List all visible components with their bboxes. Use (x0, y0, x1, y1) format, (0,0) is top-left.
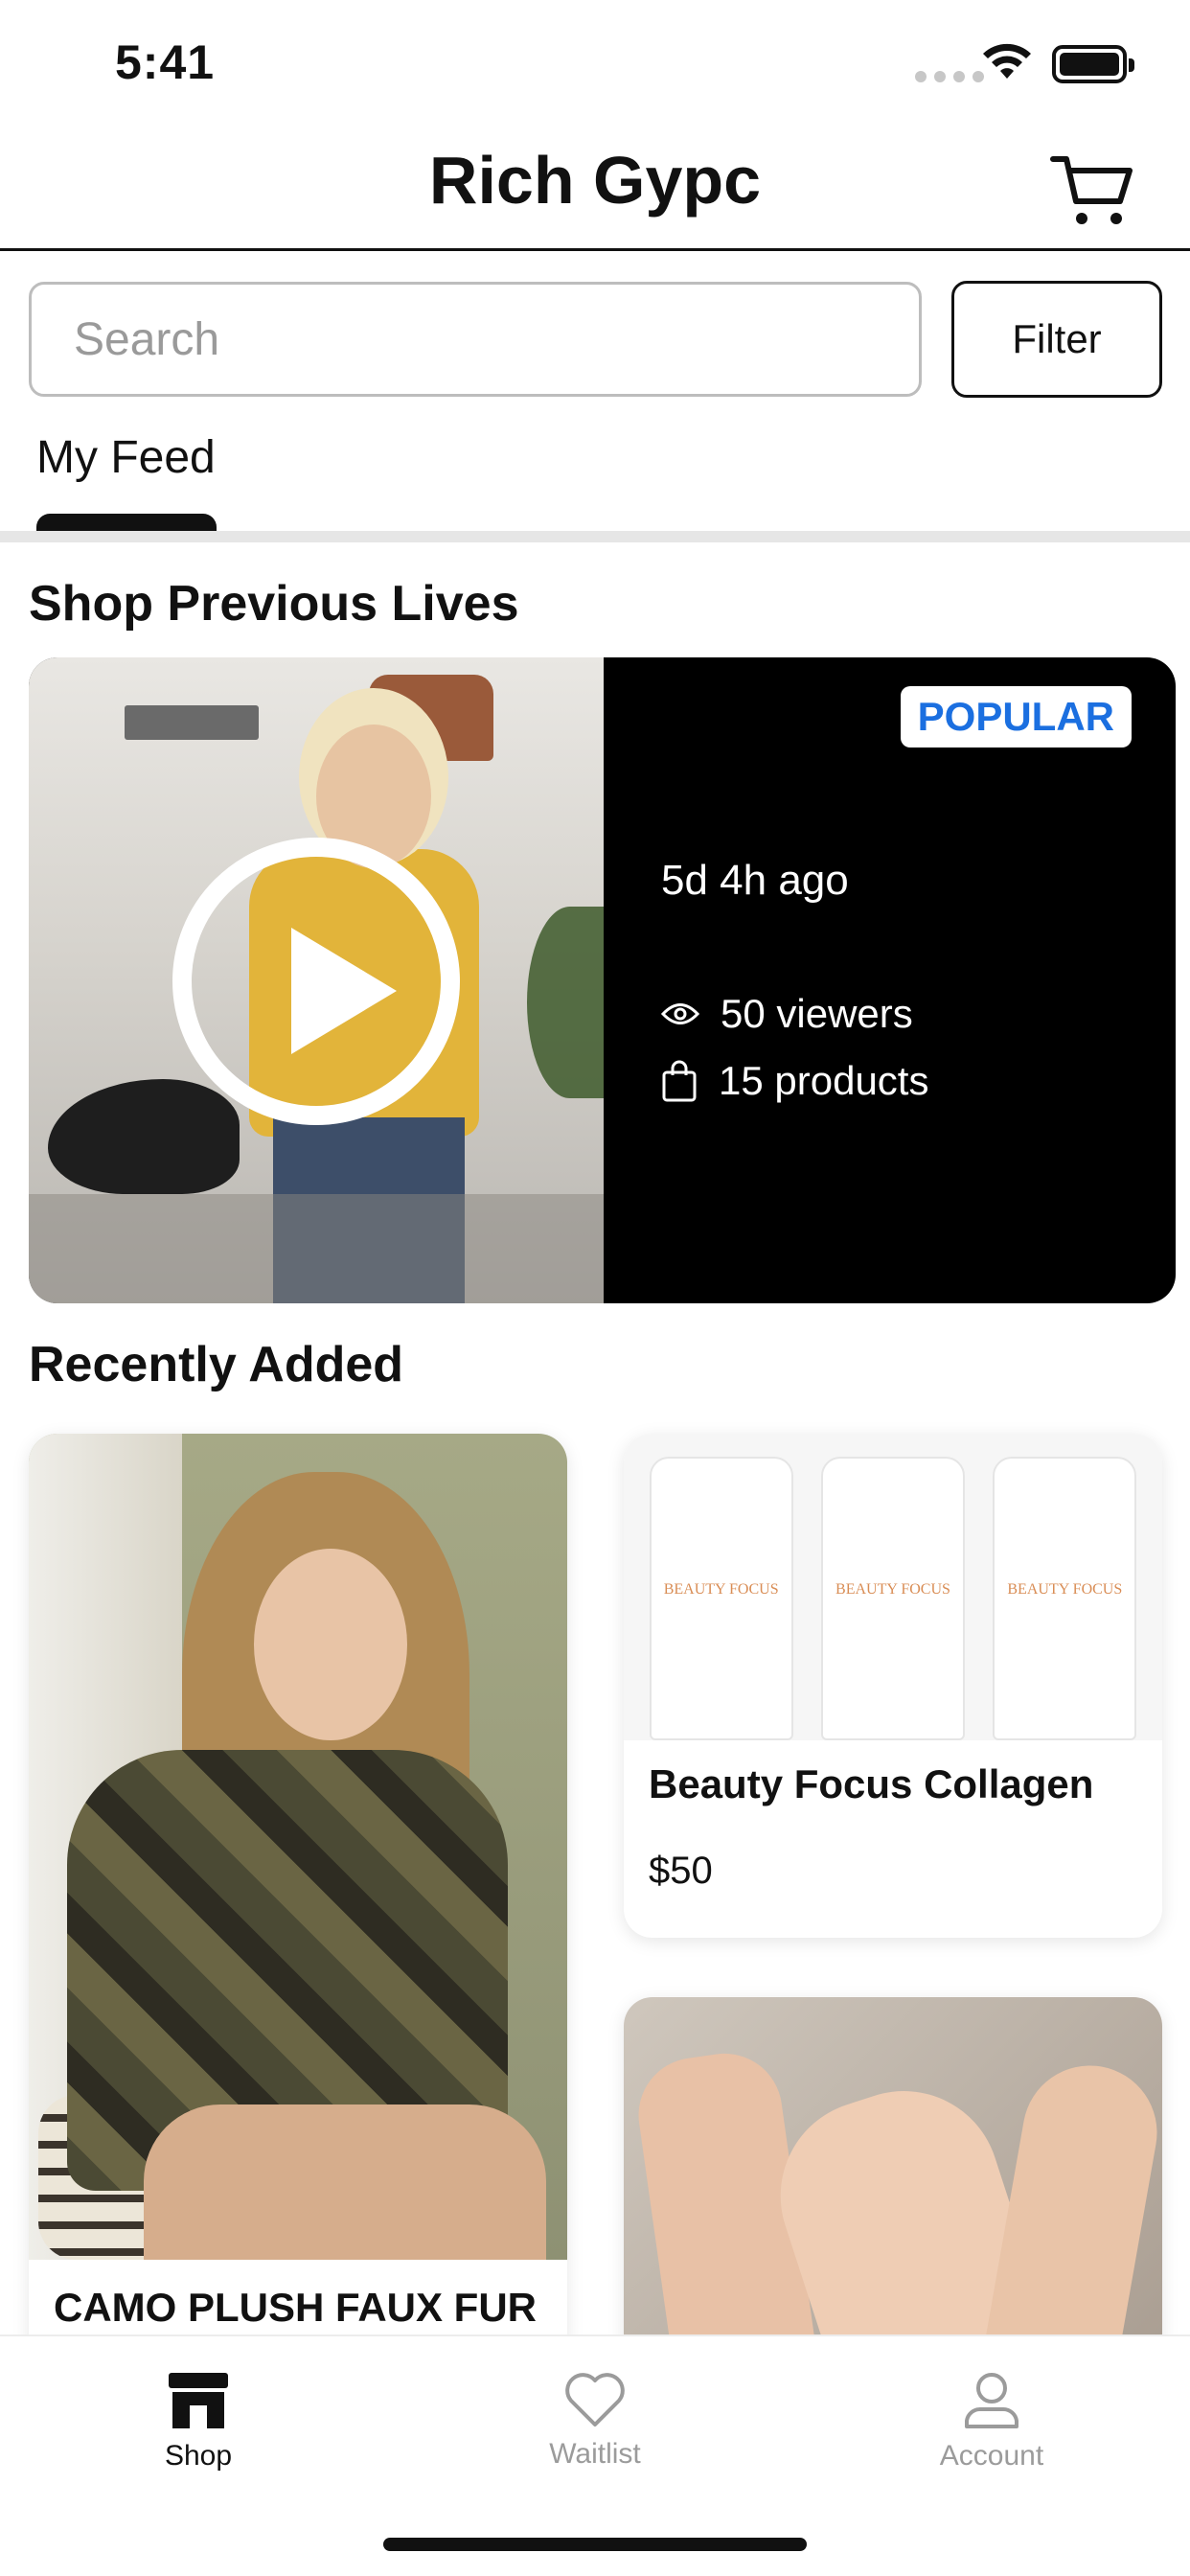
battery-icon (1052, 45, 1134, 83)
store-icon (169, 2373, 228, 2428)
status-time: 5:41 (115, 35, 216, 89)
tab-label: Waitlist (549, 2438, 641, 2470)
live-info-panel: POPULAR 5d 4h ago 50 viewers 15 products (604, 657, 1176, 1303)
app-screen: 5:41 Rich Gypc Filter My Feed Shop Previ… (0, 0, 1190, 2576)
viewers-count: 50 viewers (721, 991, 913, 1036)
previous-live-card[interactable]: POPULAR 5d 4h ago 50 viewers 15 products (29, 657, 1176, 1303)
product-price: $50 (649, 1850, 713, 1892)
tab-label: Account (939, 2440, 1044, 2472)
products-count: 15 products (719, 1058, 929, 1103)
product-card[interactable]: BEAUTY FOCUS BEAUTY FOCUS BEAUTY FOCUS B… (624, 1434, 1162, 1938)
products-row: 15 products (661, 1058, 928, 1104)
eye-icon (661, 1003, 699, 1024)
shopping-bag-icon (662, 1060, 697, 1102)
filter-button[interactable]: Filter (951, 281, 1162, 398)
status-bar: 5:41 (0, 0, 1190, 125)
live-time-ago: 5d 4h ago (661, 857, 849, 904)
tab-my-feed[interactable]: My Feed (36, 431, 216, 484)
recently-added-title: Recently Added (29, 1337, 404, 1392)
tab-account[interactable]: Account (793, 2336, 1190, 2490)
cellular-signal-icon (915, 71, 984, 82)
app-header: Rich Gypc (0, 125, 1190, 251)
product-image[interactable] (624, 1997, 1162, 2400)
tab-waitlist[interactable]: Waitlist (397, 2336, 793, 2490)
live-video-thumbnail[interactable] (29, 657, 604, 1303)
product-title: Beauty Focus Collagen (649, 1761, 1094, 1806)
store-title: Rich Gypc (428, 143, 762, 218)
wifi-icon (983, 43, 1031, 79)
viewers-row: 50 viewers (661, 991, 913, 1037)
play-icon[interactable] (172, 838, 460, 1125)
product-card[interactable]: CAMO PLUSH FAUX FUR (29, 1434, 567, 2392)
popular-badge: POPULAR (900, 686, 1132, 748)
cart-icon[interactable] (1049, 153, 1135, 230)
product-title: CAMO PLUSH FAUX FUR (54, 2285, 537, 2330)
user-icon (965, 2373, 1018, 2428)
feed-tab-bar: My Feed (0, 422, 1190, 542)
home-indicator (383, 2538, 807, 2551)
tab-active-indicator (36, 514, 217, 531)
tab-shop[interactable]: Shop (0, 2336, 397, 2490)
product-image[interactable] (29, 1434, 567, 2260)
heart-icon (565, 2373, 625, 2426)
previous-lives-title: Shop Previous Lives (29, 576, 519, 632)
tab-label: Shop (164, 2440, 233, 2472)
product-image[interactable]: BEAUTY FOCUS BEAUTY FOCUS BEAUTY FOCUS (624, 1434, 1162, 1740)
search-input[interactable] (29, 282, 922, 397)
